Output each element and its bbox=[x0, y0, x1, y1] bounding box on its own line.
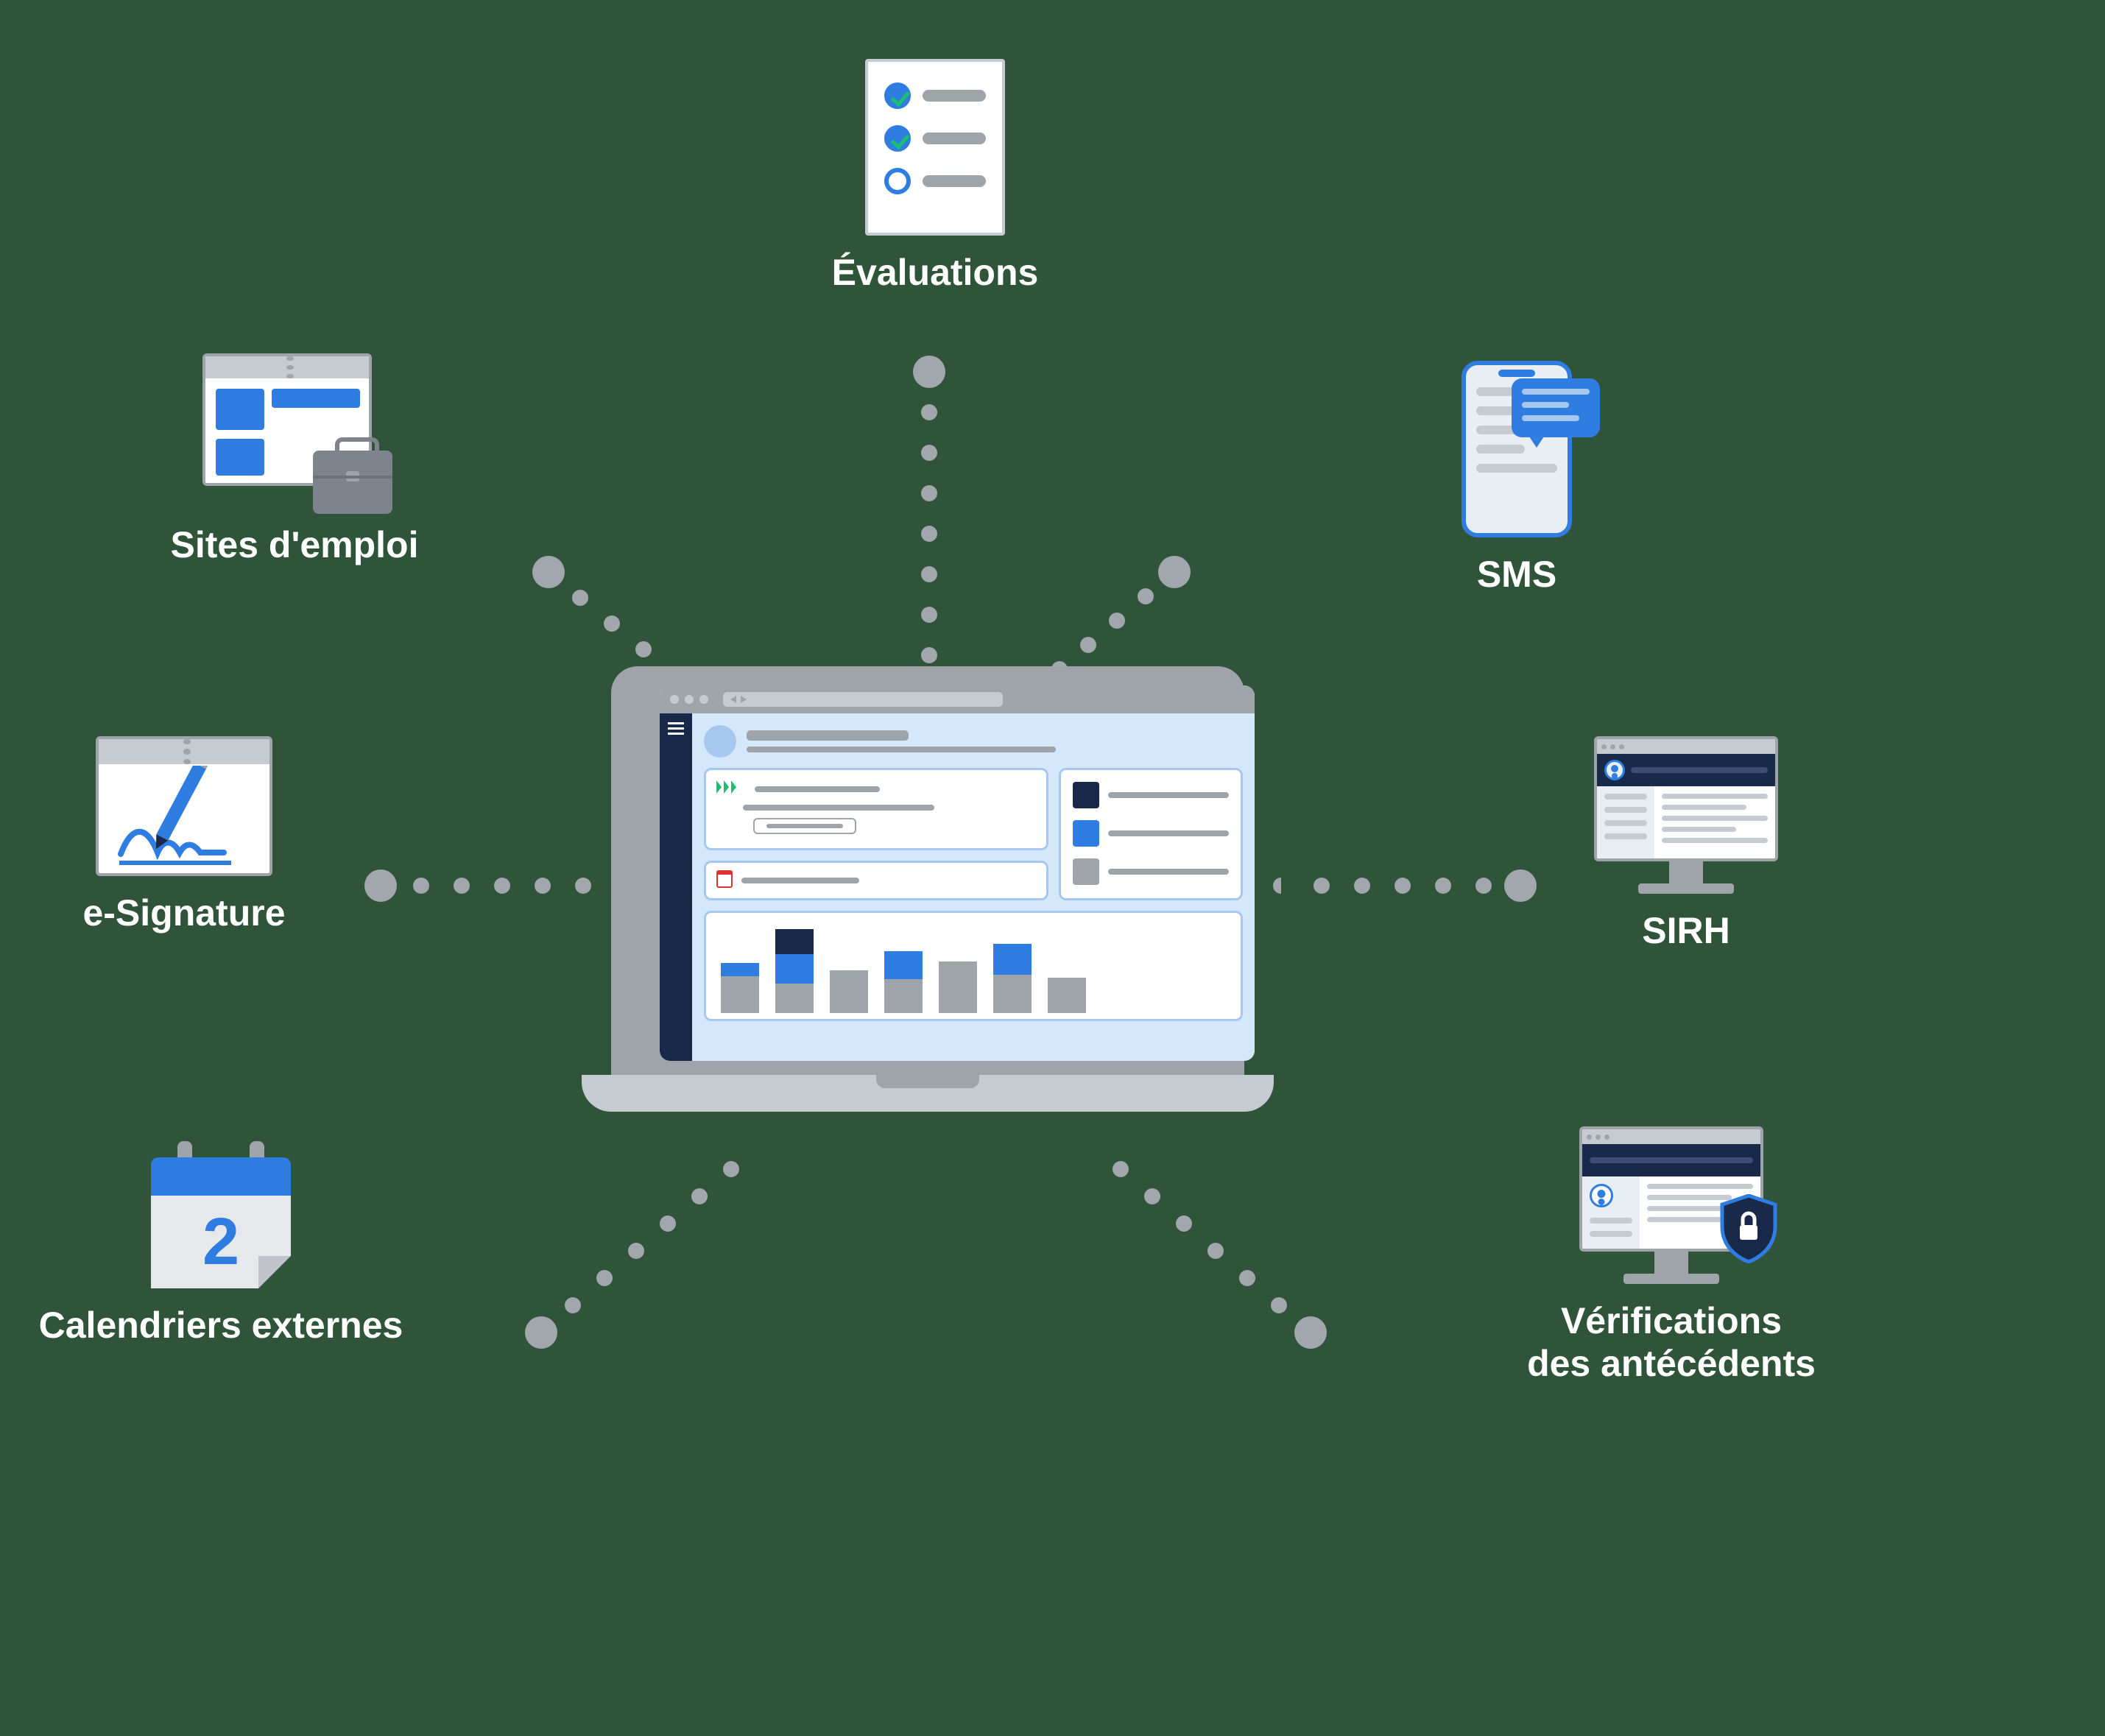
job-board-icon bbox=[202, 353, 387, 508]
event-card bbox=[704, 861, 1048, 900]
node-external-calendars: 2 Calendriers externes bbox=[15, 1141, 427, 1347]
calendar-mini-icon bbox=[716, 873, 733, 888]
ats-dashboard bbox=[660, 713, 1255, 1061]
app-header bbox=[704, 725, 1243, 758]
esignature-icon bbox=[96, 736, 272, 876]
node-label: Évaluations bbox=[832, 252, 1039, 294]
browser-chrome bbox=[660, 685, 1255, 713]
node-evaluations: Évaluations bbox=[788, 59, 1082, 294]
calendar-day-number: 2 bbox=[202, 1204, 239, 1280]
node-background-checks: Vérifications des antécédents bbox=[1465, 1126, 1877, 1385]
integrations-diagram: Évaluations Sites d'emploi bbox=[0, 0, 2105, 1736]
node-label: Calendriers externes bbox=[39, 1305, 403, 1347]
node-label: SIRH bbox=[1642, 910, 1730, 953]
sms-phone-icon bbox=[1461, 361, 1572, 537]
tiles-card bbox=[1059, 768, 1243, 900]
background-check-monitor-icon bbox=[1579, 1126, 1763, 1284]
central-laptop-illustration bbox=[582, 666, 1274, 1123]
chevrons-right-icon bbox=[716, 780, 746, 797]
hris-monitor-icon bbox=[1594, 736, 1778, 894]
node-job-boards: Sites d'emploi bbox=[110, 353, 479, 567]
node-label: Vérifications des antécédents bbox=[1527, 1300, 1816, 1385]
user-avatar-icon bbox=[1590, 1184, 1613, 1207]
chat-bubble-icon bbox=[1512, 378, 1600, 437]
app-sidenav bbox=[660, 713, 692, 1061]
checklist-icon bbox=[865, 59, 1005, 236]
user-avatar-icon bbox=[1604, 760, 1625, 780]
calendar-icon: 2 bbox=[151, 1141, 291, 1288]
bar-chart-card bbox=[704, 911, 1243, 1021]
node-esignature: e-Signature bbox=[29, 736, 339, 935]
avatar-icon bbox=[704, 725, 736, 758]
briefcase-icon bbox=[313, 451, 392, 514]
node-label: e-Signature bbox=[82, 892, 285, 935]
node-label: Sites d'emploi bbox=[171, 524, 419, 567]
node-label: SMS bbox=[1477, 554, 1556, 596]
hamburger-icon bbox=[668, 722, 684, 724]
node-sms: SMS bbox=[1384, 361, 1649, 596]
node-hris: SIRH bbox=[1554, 736, 1819, 953]
shield-lock-icon bbox=[1719, 1194, 1778, 1263]
progress-card bbox=[704, 768, 1048, 850]
